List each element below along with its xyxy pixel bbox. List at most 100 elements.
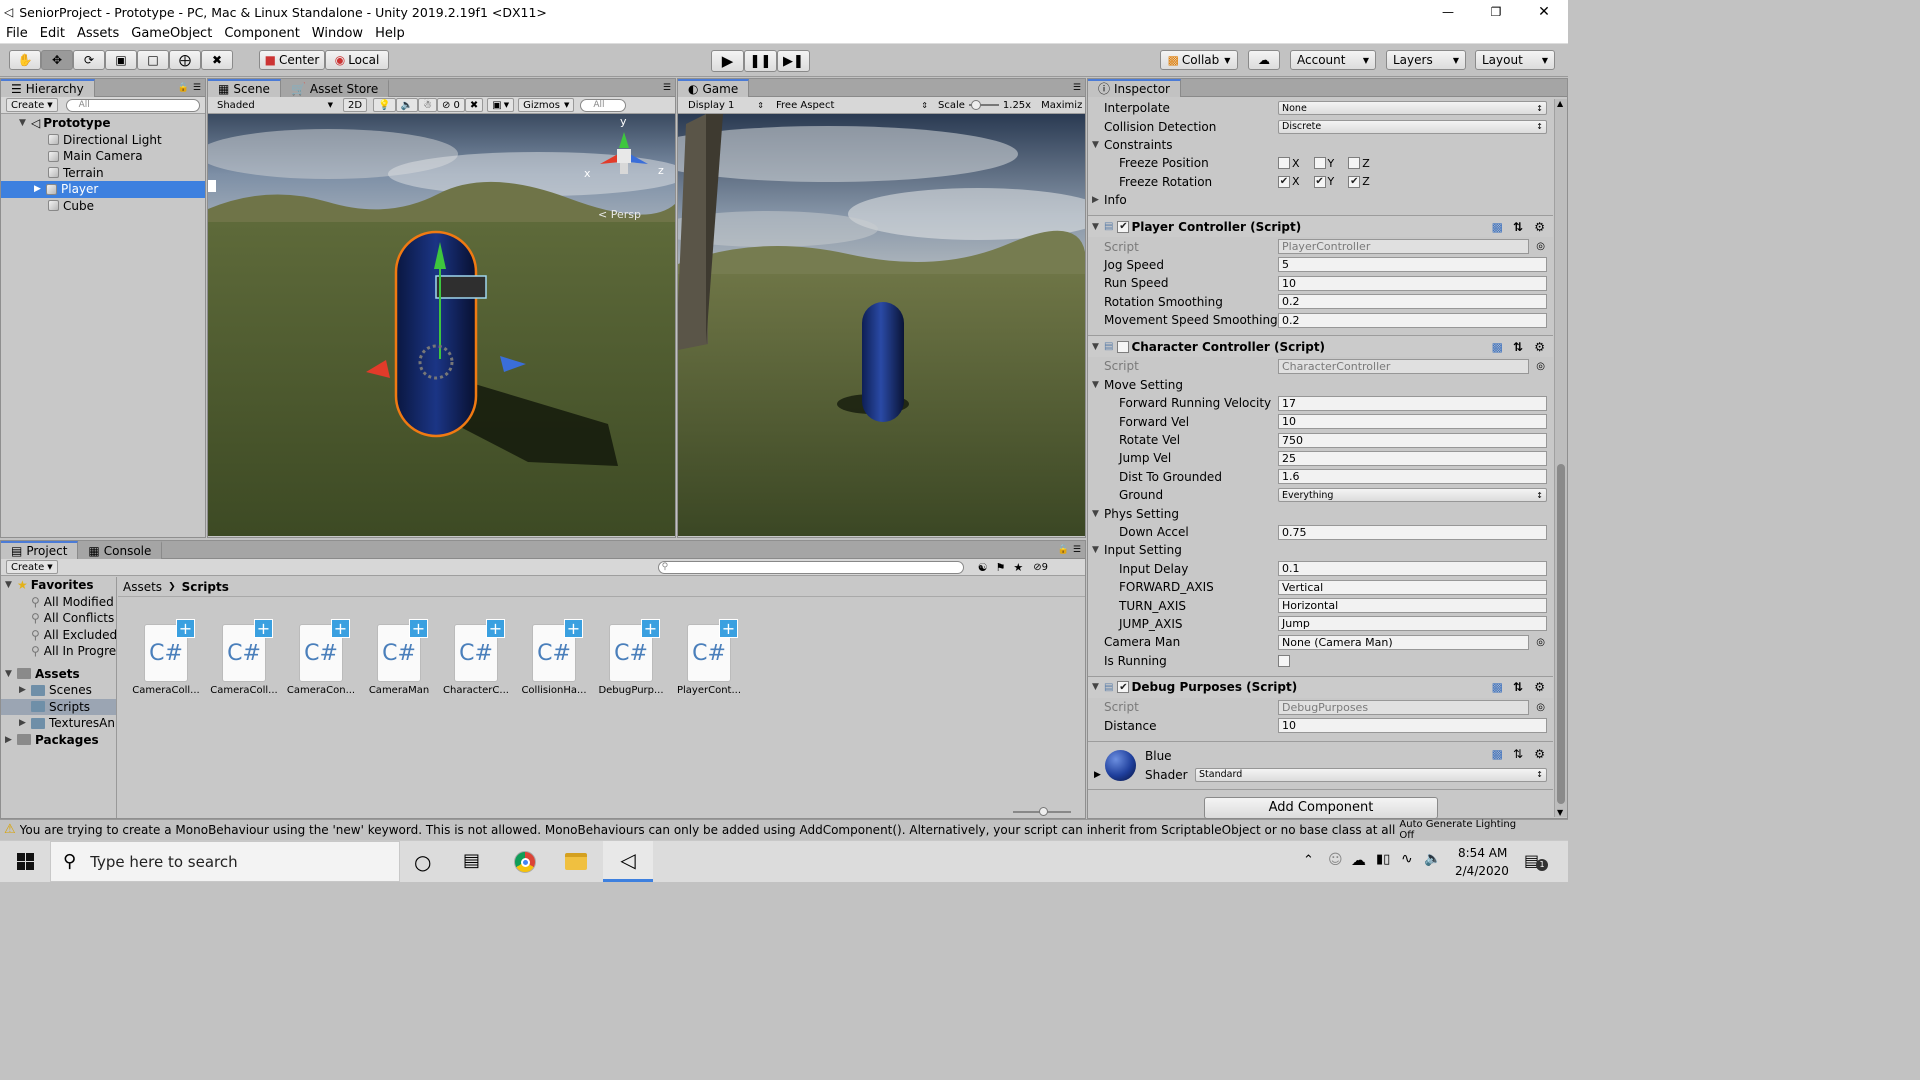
custom-tool-button[interactable]: ✖	[201, 50, 233, 70]
folder-scripts[interactable]: Scripts	[1, 698, 116, 715]
presets-icon[interactable]: ⇅	[1513, 680, 1523, 694]
asset-file[interactable]: C# + PlayerCont...	[674, 619, 744, 696]
movement-speed-smoothing-field[interactable]: 0.2	[1278, 312, 1547, 328]
task-view-icon[interactable]: ▤	[463, 850, 480, 871]
unity-taskbar-icon[interactable]: ◁	[603, 841, 653, 882]
foldout-open-icon[interactable]: ▼	[1092, 682, 1104, 692]
expand-triangle-icon[interactable]: ▶	[34, 184, 46, 194]
transform-tool-button[interactable]: ⨁	[169, 50, 201, 70]
chevron-up-icon[interactable]: ⌃	[1303, 853, 1314, 868]
tab-game[interactable]: ◐ Game	[678, 78, 750, 97]
shading-mode-dropdown[interactable]: Shaded ▼	[213, 98, 337, 112]
scroll-thumb[interactable]	[1557, 464, 1565, 804]
asset-file[interactable]: C# + CharacterC...	[441, 619, 511, 696]
input-setting-foldout[interactable]: ▼ Input Setting	[1088, 541, 1553, 559]
panel-menu-icon[interactable]: ☰	[1073, 545, 1081, 555]
asset-file[interactable]: C# + CameraColl...	[209, 619, 279, 696]
notification-center-button[interactable]: ▤ 1	[1524, 851, 1548, 871]
move-tool-button[interactable]: ✥	[41, 50, 73, 70]
slider-thumb[interactable]	[970, 100, 981, 110]
foldout-open-icon[interactable]: ▼	[1092, 342, 1104, 352]
freeze-rotation-x-checkbox[interactable]: ✔	[1278, 175, 1290, 188]
rotate-vel-field[interactable]: 750	[1278, 432, 1547, 448]
gear-icon[interactable]: ⚙	[1534, 220, 1545, 234]
packages-foldout[interactable]: ▶ Packages	[1, 732, 116, 749]
hierarchy-item-cube[interactable]: Cube	[1, 198, 205, 215]
panel-menu-icon[interactable]: ☰	[193, 83, 201, 93]
project-search-input[interactable]: ⚲	[657, 560, 964, 574]
debug-purposes-header[interactable]: ▼ ▤ ✔ Debug Purposes (Script) ▩ ⇅ ⚙	[1088, 675, 1553, 698]
freeze-rotation-y-checkbox[interactable]: ✔	[1313, 175, 1326, 188]
step-button[interactable]: ▶❚	[777, 50, 810, 72]
ground-layermask-dropdown[interactable]: Everything	[1278, 488, 1547, 503]
breadcrumb-assets[interactable]: Assets	[123, 580, 162, 594]
assets-foldout[interactable]: ▼ Assets	[1, 666, 116, 683]
filter-type-icon[interactable]: ☯	[978, 561, 988, 574]
taskbar-search-box[interactable]: ⚲ Type here to search	[50, 841, 400, 882]
pivot-center-button[interactable]: ■ Center	[259, 50, 325, 70]
collision-detection-dropdown[interactable]: Discrete	[1278, 119, 1547, 134]
add-component-button[interactable]: Add Component	[1204, 796, 1438, 819]
game-viewport[interactable]	[678, 114, 1085, 536]
pivot-local-button[interactable]: ◉ Local	[325, 50, 389, 70]
distance-field[interactable]: 10	[1278, 718, 1547, 734]
start-button[interactable]	[0, 841, 50, 882]
object-picker-icon[interactable]: ◎	[1536, 702, 1545, 713]
display-dropdown[interactable]: Display 1 ⇕	[684, 98, 768, 112]
script-field[interactable]: DebugPurposes	[1278, 699, 1529, 715]
scene-viewport[interactable]: y x z < Persp	[208, 114, 675, 536]
gear-icon[interactable]: ⚙	[1534, 680, 1545, 694]
aspect-dropdown[interactable]: Free Aspect ⇕	[772, 98, 932, 112]
turn-axis-field[interactable]: Horizontal	[1278, 598, 1547, 614]
constraints-foldout[interactable]: ▼ Constraints	[1088, 136, 1553, 154]
tab-hierarchy[interactable]: ☰ Hierarchy	[1, 78, 95, 97]
favorite-all-excluded[interactable]: ⚲ All Excluded	[1, 627, 117, 644]
rotate-tool-button[interactable]: ⟳	[73, 50, 105, 70]
object-picker-icon[interactable]: ◎	[1536, 637, 1545, 648]
tab-console[interactable]: ▦ Console	[78, 540, 163, 559]
tools-toggle[interactable]: ✖	[464, 98, 484, 112]
people-icon[interactable]: ☺	[1328, 852, 1343, 868]
forward-axis-field[interactable]: Vertical	[1278, 579, 1547, 595]
tab-inspector[interactable]: ⓘ Inspector	[1088, 78, 1181, 97]
lock-icon[interactable]: 🔒	[1058, 545, 1069, 555]
menu-edit[interactable]: Edit	[34, 24, 71, 44]
freeze-position-z-checkbox[interactable]	[1348, 157, 1361, 170]
favorite-all-in-progress[interactable]: ⚲ All In Progre	[1, 643, 116, 660]
object-picker-icon[interactable]: ◎	[1536, 361, 1545, 372]
hand-tool-button[interactable]: ✋	[9, 50, 41, 70]
scene-search-input[interactable]: All	[580, 98, 627, 112]
volume-icon[interactable]: 🔈	[1424, 851, 1441, 867]
menu-gameobject[interactable]: GameObject	[125, 24, 218, 44]
projection-label[interactable]: < Persp	[598, 208, 641, 221]
tab-project[interactable]: ▤ Project	[1, 540, 79, 559]
favorite-all-conflicts[interactable]: ⚲ All Conflicts	[1, 610, 116, 627]
freeze-position-x-checkbox[interactable]	[1278, 157, 1290, 170]
player-controller-enabled-checkbox[interactable]: ✔	[1117, 220, 1130, 233]
restore-button[interactable]: ❐	[1472, 5, 1520, 19]
effects-dropdown[interactable]: ☃	[417, 98, 437, 112]
pause-button[interactable]: ❚❚	[744, 50, 777, 72]
input-delay-field[interactable]: 0.1	[1278, 561, 1547, 577]
gear-icon[interactable]: ⚙	[1534, 340, 1545, 354]
scale-tool-button[interactable]: ▣	[105, 50, 137, 70]
audio-toggle[interactable]: 🔈	[395, 98, 418, 112]
help-icon[interactable]: ▩	[1492, 220, 1503, 234]
project-create-dropdown[interactable]: Create ▼	[6, 560, 58, 574]
filter-label-icon[interactable]: ⚑	[996, 561, 1006, 574]
taskbar-time[interactable]: 8:54 AM	[1458, 846, 1507, 860]
status-message[interactable]: You are trying to create a MonoBehaviour…	[20, 823, 1400, 837]
tab-asset-store[interactable]: 🛒 Asset Store	[280, 78, 390, 97]
menu-component[interactable]: Component	[218, 24, 305, 44]
camera-man-field[interactable]: None (Camera Man)	[1278, 634, 1529, 650]
help-icon[interactable]: ▩	[1492, 680, 1503, 694]
cloud-button[interactable]: ☁	[1248, 50, 1280, 70]
breadcrumb-scripts[interactable]: Scripts	[182, 580, 229, 594]
move-setting-foldout[interactable]: ▼ Move Setting	[1088, 376, 1553, 394]
file-explorer-icon[interactable]	[565, 853, 587, 870]
panel-menu-icon[interactable]: ☰	[1073, 83, 1081, 93]
hierarchy-item-directional-light[interactable]: Directional Light	[1, 132, 205, 149]
presets-icon[interactable]: ⇅	[1513, 747, 1523, 761]
folder-scenes[interactable]: ▶ Scenes	[1, 682, 116, 699]
icon-size-slider[interactable]	[1013, 807, 1071, 816]
